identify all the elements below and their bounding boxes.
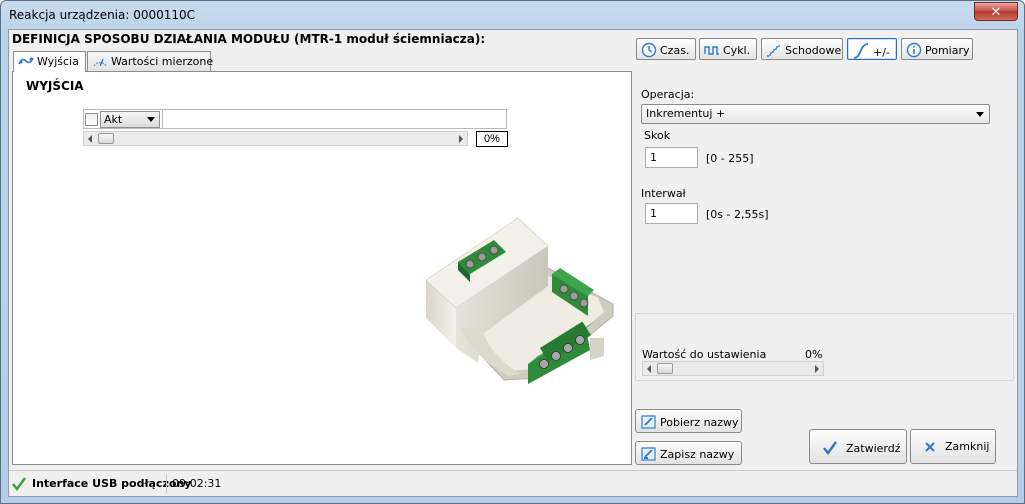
scroll-right-arrow-icon[interactable] [815, 365, 819, 373]
mode-increment-button[interactable]: +/- [847, 38, 897, 60]
fetch-names-label: Pobierz nazwy [660, 416, 739, 429]
mode-stairs-label: Schodowe [785, 44, 842, 57]
clock-icon [641, 42, 657, 58]
fetch-names-button[interactable]: Pobierz nazwy [635, 409, 742, 433]
edit-save-icon [641, 447, 656, 461]
confirm-label: Zatwierdź [846, 442, 901, 455]
interval-range: [0s - 2,55s] [706, 208, 769, 221]
step-range: [0 - 255] [706, 152, 754, 165]
pulse-wave-icon [704, 46, 719, 55]
output-mode-select[interactable]: Akt [100, 111, 160, 128]
target-value-slider[interactable] [642, 361, 824, 376]
edit-download-icon [641, 415, 656, 429]
mode-time-button[interactable]: Czas. [636, 38, 696, 60]
operation-select[interactable]: Inkrementuj + [641, 104, 990, 124]
mode-measurements-label: Pomiary [925, 44, 970, 57]
scroll-left-arrow-icon[interactable] [88, 135, 92, 143]
target-percent-label: 0% [805, 348, 823, 361]
target-value-thumb[interactable] [657, 363, 673, 374]
close-icon [925, 442, 935, 452]
stairs-icon [767, 44, 780, 57]
outputs-title: WYJŚCIA [26, 79, 84, 93]
info-icon [906, 42, 922, 58]
outputs-panel: WYJŚCIA Akt 0% [12, 71, 632, 465]
ramp-curve-icon [853, 43, 869, 59]
mode-stairs-button[interactable]: Schodowe [761, 38, 843, 60]
step-label: Skok [644, 129, 671, 142]
operation-value: Inkrementuj + [646, 107, 726, 120]
output-percent-display: 0% [476, 131, 508, 147]
close-label: Zamknij [945, 440, 990, 453]
status-bar: Interface USB podłączony 09:02:31 [9, 470, 1017, 496]
title-bar[interactable]: Reakcja urządzenia: 0000110C ✕ [1, 1, 1024, 29]
tab-measured-values[interactable]: Wartości mierzone [87, 51, 214, 71]
tab-outputs-label: Wyjścia [37, 55, 79, 68]
output-level-thumb[interactable] [98, 133, 114, 144]
connection-status: Interface USB podłączony [32, 477, 192, 490]
tab-outputs[interactable]: Wyjścia [13, 51, 86, 72]
mode-time-label: Czas. [660, 44, 690, 57]
target-value-label: Wartość do ustawienia [642, 348, 767, 361]
operation-label: Operacja: [641, 88, 695, 101]
chevron-down-icon [976, 112, 984, 117]
interval-label: Interwał [641, 187, 686, 200]
chevron-down-icon [147, 117, 155, 122]
usb-connected-check-icon [12, 477, 26, 491]
window-title: Reakcja urządzenia: 0000110C [9, 8, 196, 22]
tab-measured-values-label: Wartości mierzone [111, 55, 214, 68]
output-enable-checkbox[interactable] [85, 113, 98, 126]
output-row: Akt [83, 109, 507, 129]
save-names-label: Zapisz nazwy [660, 448, 735, 461]
outputs-icon [18, 55, 34, 67]
target-value-box: Wartość do ustawienia 0% [635, 313, 1014, 381]
field-divider [162, 110, 163, 128]
gauge-icon [92, 55, 108, 67]
dialog-window: Reakcja urządzenia: 0000110C ✕ DEFINICJA… [0, 0, 1025, 504]
checkmark-icon [823, 441, 837, 455]
scroll-left-arrow-icon[interactable] [647, 365, 651, 373]
output-level-slider[interactable] [83, 131, 468, 146]
window-close-button[interactable]: ✕ [974, 2, 1018, 21]
status-divider [166, 474, 167, 493]
dimmer-module-image [425, 217, 614, 384]
mode-cycle-label: Cykl. [723, 44, 751, 57]
dialog-client-area: DEFINICJA SPOSOBU DZIAŁANIA MODUŁU (MTR-… [8, 29, 1018, 497]
status-time: 09:02:31 [172, 477, 222, 490]
mode-cycle-button[interactable]: Cykl. [699, 38, 757, 60]
scroll-right-arrow-icon[interactable] [459, 135, 463, 143]
confirm-button[interactable]: Zatwierdź [809, 429, 907, 464]
mode-measurements-button[interactable]: Pomiary [901, 38, 973, 60]
close-button[interactable]: Zamknij [910, 429, 996, 464]
interval-input[interactable]: 1 [645, 203, 698, 224]
step-input[interactable]: 1 [645, 147, 698, 168]
output-mode-value: Akt [104, 113, 123, 126]
save-names-button[interactable]: Zapisz nazwy [635, 441, 742, 465]
mode-increment-label: +/- [873, 46, 890, 59]
module-definition-heading: DEFINICJA SPOSOBU DZIAŁANIA MODUŁU (MTR-… [12, 32, 486, 46]
